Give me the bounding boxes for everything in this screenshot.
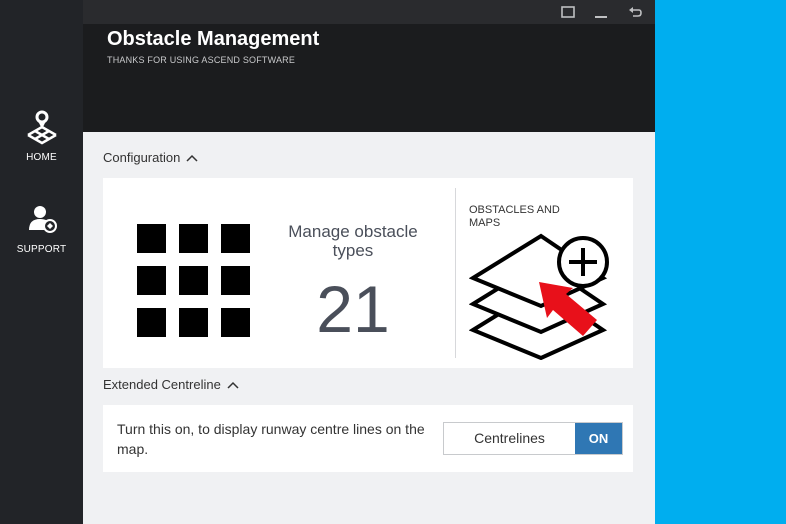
obstacles-and-maps-label[interactable]: OBSTACLES AND MAPS [469,204,579,230]
card-divider [455,188,456,358]
manage-obstacle-types-link[interactable]: Manage obstacle types [273,222,433,260]
sidebar-item-support-label: SUPPORT [16,244,67,255]
centrelines-toggle-state[interactable]: ON [575,423,622,454]
centreline-description: Turn this on, to display runway centre l… [117,421,425,457]
page-header: Obstacle Management THANKS FOR USING ASC… [83,0,655,132]
extended-centreline-card: Turn this on, to display runway centre l… [103,405,633,472]
extended-centreline-heading: Extended Centreline [103,377,221,392]
centrelines-toggle[interactable]: Centrelines ON [443,422,623,455]
back-icon[interactable] [627,4,643,20]
sidebar: HOME SUPPORT [0,0,83,524]
maximize-icon[interactable] [560,4,576,20]
obstacle-type-count: 21 [316,272,390,346]
page-title: Obstacle Management [107,28,320,50]
sidebar-item-home-label: HOME [26,152,57,163]
configuration-section-toggle[interactable]: Configuration [103,150,198,165]
chevron-up-icon [227,381,239,389]
grid-icon[interactable] [137,224,251,338]
home-map-pin-icon [26,110,57,145]
window-title-bar [83,0,655,24]
configuration-heading: Configuration [103,150,181,165]
support-user-icon [28,206,57,233]
layers-add-icon[interactable] [469,232,609,360]
centrelines-toggle-label: Centrelines [474,430,545,446]
page-subtitle: THANKS FOR USING ASCEND SOFTWARE [107,55,296,65]
sidebar-item-home[interactable]: HOME [0,108,83,163]
chevron-up-icon [186,154,198,162]
main-panel: Obstacle Management THANKS FOR USING ASC… [83,0,655,524]
sidebar-item-support[interactable]: SUPPORT [0,200,83,255]
minimize-icon[interactable] [593,4,609,20]
configuration-card: Manage obstacle types 21 OBSTACLES AND M… [103,178,633,368]
extended-centreline-section-toggle[interactable]: Extended Centreline [103,377,239,392]
